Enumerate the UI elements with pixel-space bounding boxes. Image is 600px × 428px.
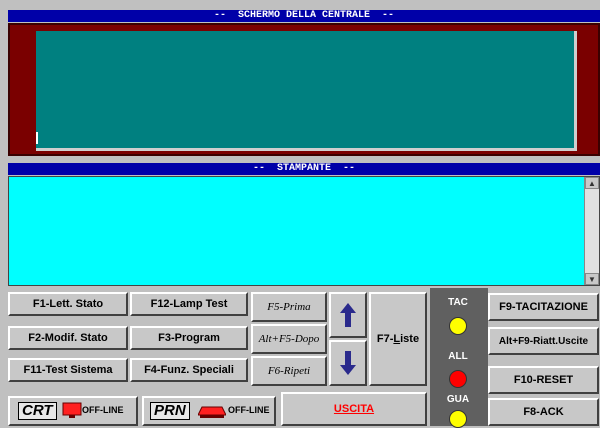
arrow-up-icon xyxy=(340,303,356,327)
central-screen-frame xyxy=(8,23,600,156)
f12-lamp-test-button[interactable]: F12-Lamp Test xyxy=(130,292,248,316)
f7-label-suffix: iste xyxy=(400,333,420,345)
crt-offline-text: OFF-LINE xyxy=(82,405,124,415)
f6-repeat-button[interactable]: F6-Ripeti xyxy=(251,356,327,386)
f2-modify-status-button[interactable]: F2-Modif. Stato xyxy=(8,326,128,350)
gua-label: GUA xyxy=(446,394,470,405)
central-screen-display xyxy=(36,31,577,151)
gua-indicator-led xyxy=(449,410,467,428)
f4-special-functions-button[interactable]: F4-Funz. Speciali xyxy=(130,358,248,382)
scroll-down-arrow-icon[interactable]: ▼ xyxy=(585,273,599,285)
prn-tag: PRN xyxy=(150,402,190,420)
f1-read-status-button[interactable]: F1-Lett. Stato xyxy=(8,292,128,316)
printer-output-area: ▲ ▼ xyxy=(8,176,600,286)
f7-label-hotkey: L xyxy=(393,333,401,345)
alt-f9-reactivate-outputs-button[interactable]: Alt+F9-Riatt.Uscite xyxy=(488,327,599,355)
prn-offline-text: OFF-LINE xyxy=(228,405,270,415)
f9-silence-button[interactable]: F9-TACITAZIONE xyxy=(488,293,599,321)
f3-program-button[interactable]: F3-Program xyxy=(130,326,248,350)
all-indicator-led xyxy=(449,370,467,388)
text-cursor xyxy=(36,132,38,144)
crt-tag: CRT xyxy=(18,402,57,420)
tac-indicator-led xyxy=(449,317,467,335)
printer-scrollbar[interactable]: ▲ ▼ xyxy=(584,177,599,285)
exit-button[interactable]: USCITA xyxy=(281,392,427,426)
tac-label: TAC xyxy=(448,297,468,308)
scroll-down-button[interactable] xyxy=(329,340,367,386)
arrow-down-icon xyxy=(340,351,356,375)
f11-system-test-button[interactable]: F11-Test Sistema xyxy=(8,358,128,382)
alt-f5-next-button[interactable]: Alt+F5-Dopo xyxy=(251,324,327,354)
printer-icon xyxy=(198,406,226,418)
monitor-icon xyxy=(62,402,82,418)
f7-label-prefix: F7- xyxy=(376,333,394,345)
f7-lists-button[interactable]: F7- Liste xyxy=(369,292,427,386)
crt-status-panel: CRT OFF-LINE xyxy=(8,396,138,426)
scroll-up-arrow-icon[interactable]: ▲ xyxy=(585,177,599,189)
printer-title-bar: -- STAMPANTE -- xyxy=(8,163,600,175)
all-label: ALL xyxy=(448,351,468,362)
prn-status-panel: PRN OFF-LINE xyxy=(142,396,276,426)
scroll-up-button[interactable] xyxy=(329,292,367,338)
screen-title-bar: -- SCHERMO DELLA CENTRALE -- xyxy=(8,10,600,22)
f10-reset-button[interactable]: F10-RESET xyxy=(488,366,599,394)
f5-first-button[interactable]: F5-Prima xyxy=(251,292,327,322)
f8-ack-button[interactable]: F8-ACK xyxy=(488,398,599,426)
